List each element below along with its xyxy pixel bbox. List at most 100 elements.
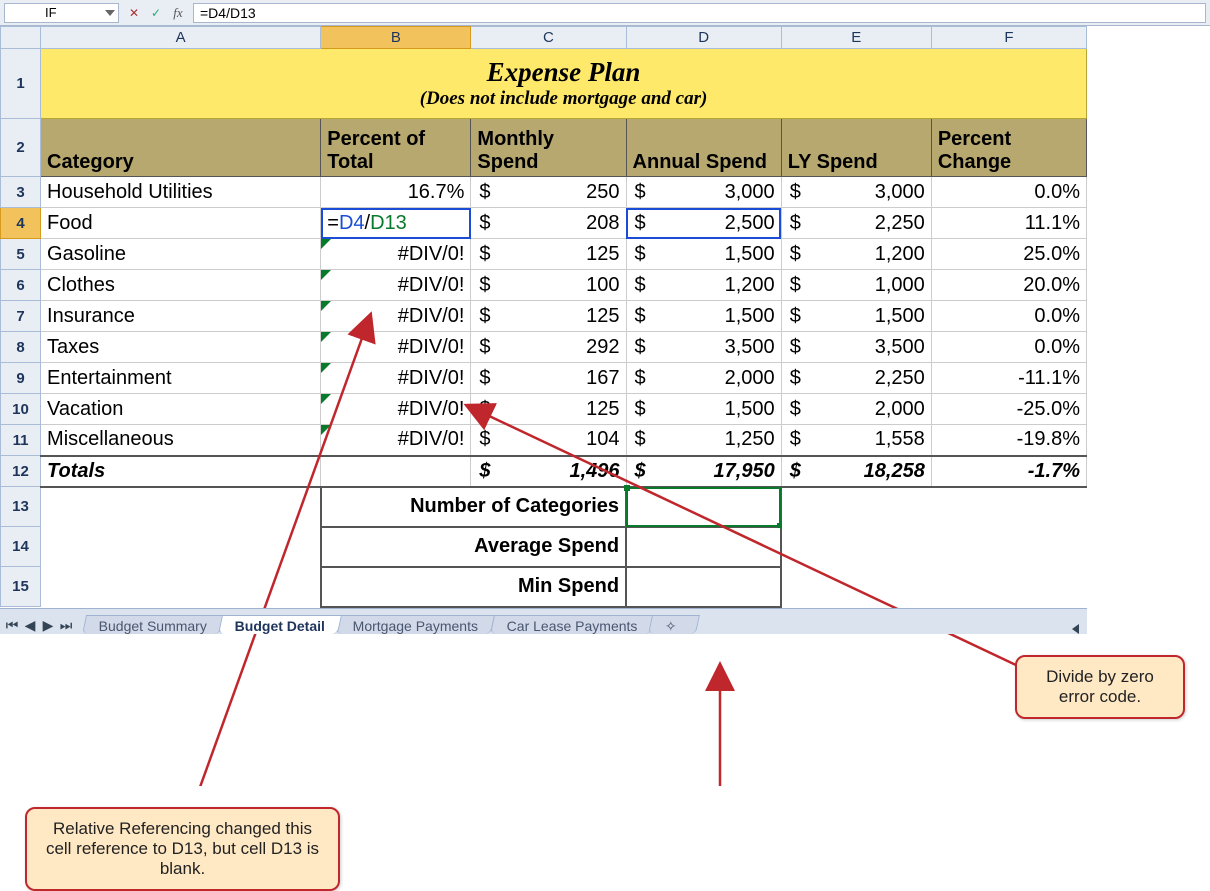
cell-A14[interactable] xyxy=(41,527,321,567)
row-header-6[interactable]: 6 xyxy=(1,270,41,301)
cell-D11[interactable]: $1,250 xyxy=(626,425,781,456)
cell-F8[interactable]: 0.0% xyxy=(931,332,1086,363)
cell-C8[interactable]: $292 xyxy=(471,332,626,363)
sheet-tab-budget-summary[interactable]: Budget Summary xyxy=(82,615,224,634)
dropdown-arrow-icon[interactable] xyxy=(105,10,115,16)
cell-D6[interactable]: $1,200 xyxy=(626,270,781,301)
cell-A8[interactable]: Taxes xyxy=(41,332,321,363)
cell-D9[interactable]: $2,000 xyxy=(626,363,781,394)
cell-E11[interactable]: $1,558 xyxy=(781,425,931,456)
cell-B6[interactable]: #DIV/0! xyxy=(321,270,471,301)
tab-nav-prev-icon[interactable]: ◀ xyxy=(22,618,38,634)
cell-B8[interactable]: #DIV/0! xyxy=(321,332,471,363)
tab-nav-last-icon[interactable]: ⏭ xyxy=(58,618,74,634)
sheet-tab-mortgage-payments[interactable]: Mortgage Payments xyxy=(336,615,495,634)
col-header-C[interactable]: C xyxy=(471,27,626,49)
cell-F12[interactable]: -1.7% xyxy=(931,456,1086,487)
cell-E15[interactable] xyxy=(781,567,931,607)
cell-F3[interactable]: 0.0% xyxy=(931,177,1086,208)
row-header-15[interactable]: 15 xyxy=(1,567,41,607)
cell-E3[interactable]: $3,000 xyxy=(781,177,931,208)
sheet-tab-car-lease-payments[interactable]: Car Lease Payments xyxy=(490,615,655,634)
row-header-8[interactable]: 8 xyxy=(1,332,41,363)
cell-B9[interactable]: #DIV/0! xyxy=(321,363,471,394)
col-header-D[interactable]: D xyxy=(626,27,781,49)
col-header-F[interactable]: F xyxy=(931,27,1086,49)
cell-D13[interactable] xyxy=(626,487,781,527)
row-header-9[interactable]: 9 xyxy=(1,363,41,394)
cell-F9[interactable]: -11.1% xyxy=(931,363,1086,394)
header-A[interactable]: Category xyxy=(41,119,321,177)
header-B[interactable]: Percent of Total xyxy=(321,119,471,177)
row-header-5[interactable]: 5 xyxy=(1,239,41,270)
cell-E14[interactable] xyxy=(781,527,931,567)
cell-F4[interactable]: 11.1% xyxy=(931,208,1086,239)
header-C[interactable]: Monthly Spend xyxy=(471,119,626,177)
cell-D12[interactable]: $17,950 xyxy=(626,456,781,487)
cell-A11[interactable]: Miscellaneous xyxy=(41,425,321,456)
summary-label-15[interactable]: Min Spend xyxy=(321,567,626,607)
cell-D10[interactable]: $1,500 xyxy=(626,394,781,425)
cell-A13[interactable] xyxy=(41,487,321,527)
row-header-1[interactable]: 1 xyxy=(1,49,41,119)
insert-sheet-tab[interactable]: ✧ xyxy=(648,615,700,634)
cell-C11[interactable]: $104 xyxy=(471,425,626,456)
cell-E4[interactable]: $2,250 xyxy=(781,208,931,239)
row-header-12[interactable]: 12 xyxy=(1,456,41,487)
cell-B12[interactable] xyxy=(321,456,471,487)
row-header-4[interactable]: 4 xyxy=(1,208,41,239)
col-header-A[interactable]: A xyxy=(41,27,321,49)
cell-C10[interactable]: $125 xyxy=(471,394,626,425)
cell-D14[interactable] xyxy=(626,527,781,567)
cell-B3[interactable]: 16.7% xyxy=(321,177,471,208)
cell-B4[interactable]: =D4/D13 xyxy=(321,208,471,239)
row-header-10[interactable]: 10 xyxy=(1,394,41,425)
row-header-2[interactable]: 2 xyxy=(1,119,41,177)
cell-F5[interactable]: 25.0% xyxy=(931,239,1086,270)
cell-C7[interactable]: $125 xyxy=(471,301,626,332)
cell-A6[interactable]: Clothes xyxy=(41,270,321,301)
row-header-13[interactable]: 13 xyxy=(1,487,41,527)
header-F[interactable]: Percent Change xyxy=(931,119,1086,177)
formula-input[interactable]: =D4/D13 xyxy=(193,3,1206,23)
cell-F10[interactable]: -25.0% xyxy=(931,394,1086,425)
header-E[interactable]: LY Spend xyxy=(781,119,931,177)
header-D[interactable]: Annual Spend xyxy=(626,119,781,177)
cell-E12[interactable]: $18,258 xyxy=(781,456,931,487)
fx-button[interactable]: fx xyxy=(167,3,189,23)
cell-A15[interactable] xyxy=(41,567,321,607)
cell-F13[interactable] xyxy=(931,487,1086,527)
select-all-corner[interactable] xyxy=(1,27,41,49)
summary-label-13[interactable]: Number of Categories xyxy=(321,487,626,527)
cell-A5[interactable]: Gasoline xyxy=(41,239,321,270)
cell-E13[interactable] xyxy=(781,487,931,527)
col-header-B[interactable]: B xyxy=(321,27,471,49)
cell-D8[interactable]: $3,500 xyxy=(626,332,781,363)
cell-C12[interactable]: $1,496 xyxy=(471,456,626,487)
cell-A3[interactable]: Household Utilities xyxy=(41,177,321,208)
cell-F11[interactable]: -19.8% xyxy=(931,425,1086,456)
cell-C9[interactable]: $167 xyxy=(471,363,626,394)
cell-F7[interactable]: 0.0% xyxy=(931,301,1086,332)
cell-A7[interactable]: Insurance xyxy=(41,301,321,332)
cell-F15[interactable] xyxy=(931,567,1086,607)
name-box[interactable]: IF xyxy=(4,3,119,23)
cell-B10[interactable]: #DIV/0! xyxy=(321,394,471,425)
cell-E7[interactable]: $1,500 xyxy=(781,301,931,332)
cell-A4[interactable]: Food xyxy=(41,208,321,239)
cell-E10[interactable]: $2,000 xyxy=(781,394,931,425)
row-header-3[interactable]: 3 xyxy=(1,177,41,208)
cell-A9[interactable]: Entertainment xyxy=(41,363,321,394)
cell-C6[interactable]: $100 xyxy=(471,270,626,301)
cell-E8[interactable]: $3,500 xyxy=(781,332,931,363)
cell-C3[interactable]: $250 xyxy=(471,177,626,208)
cell-E5[interactable]: $1,200 xyxy=(781,239,931,270)
col-header-E[interactable]: E xyxy=(781,27,931,49)
cell-F14[interactable] xyxy=(931,527,1086,567)
sheet-tab-budget-detail[interactable]: Budget Detail xyxy=(218,615,342,634)
cell-D5[interactable]: $1,500 xyxy=(626,239,781,270)
cell-B11[interactable]: #DIV/0! xyxy=(321,425,471,456)
formula-cancel-button[interactable] xyxy=(123,3,145,23)
cell-D7[interactable]: $1,500 xyxy=(626,301,781,332)
cell-C4[interactable]: $208 xyxy=(471,208,626,239)
